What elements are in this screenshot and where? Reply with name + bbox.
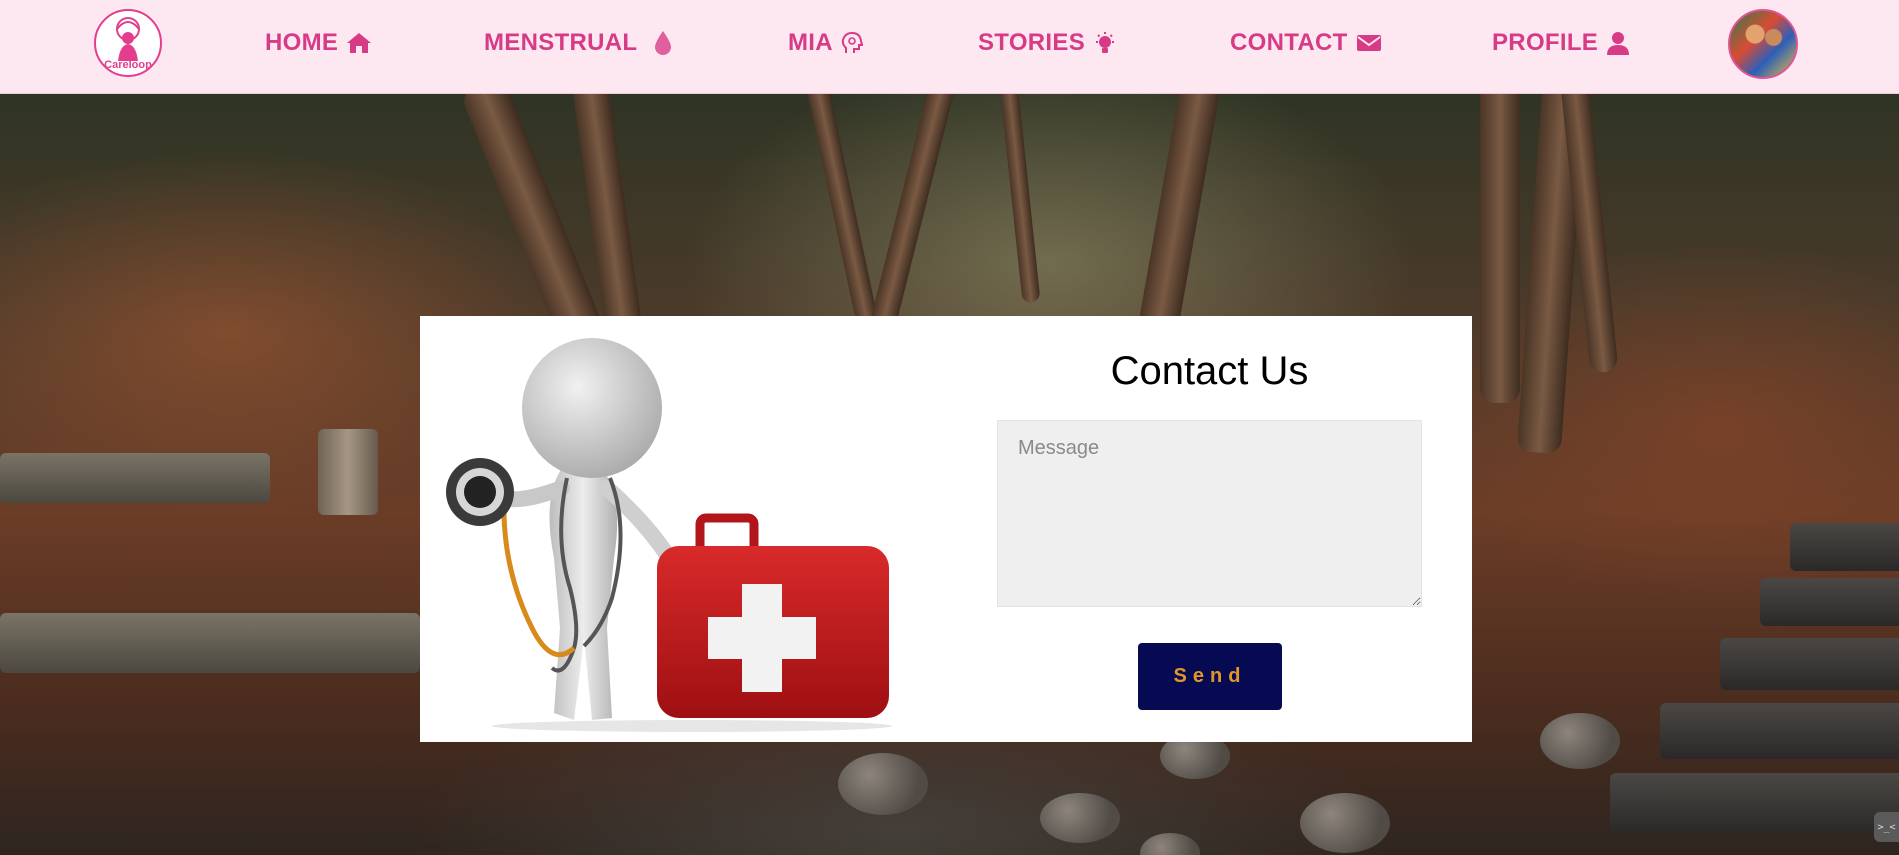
nav-stories-label: STORIES (978, 29, 1086, 56)
tree-woman-icon (116, 17, 140, 61)
lightbulb-icon (1096, 32, 1115, 53)
head-brain-icon (841, 31, 863, 53)
contact-title: Contact Us (1110, 349, 1309, 393)
nav-mia-label: MIA (788, 29, 833, 56)
nav-home[interactable]: HOME (265, 28, 372, 58)
nav-menstrual-label: MENSTRUAL (484, 29, 638, 56)
nav-profile[interactable]: PROFILE (1492, 28, 1630, 58)
contact-card: Contact Us Send (420, 316, 1472, 742)
corner-toggle-widget[interactable]: >_< (1874, 812, 1899, 842)
careloop-logo[interactable]: Careloop (94, 9, 162, 77)
nav-home-label: HOME (265, 29, 339, 56)
top-navbar: Careloop HOME MENSTRUAL MIA STORIES CONT… (0, 0, 1899, 94)
message-textarea[interactable] (997, 420, 1422, 607)
nav-contact[interactable]: CONTACT (1230, 28, 1382, 58)
logo-text: Careloop (104, 59, 152, 71)
nav-stories[interactable]: STORIES (978, 28, 1117, 58)
nav-profile-label: PROFILE (1492, 29, 1599, 56)
nav-mia[interactable]: MIA (788, 28, 863, 58)
nav-contact-label: CONTACT (1230, 29, 1348, 56)
envelope-icon (1356, 35, 1381, 51)
send-button[interactable]: Send (1138, 643, 1282, 710)
doctor-figure-with-first-aid-kit-illustration (446, 338, 892, 732)
profile-avatar[interactable] (1728, 9, 1798, 79)
droplet-icon (655, 31, 672, 55)
user-icon (1607, 32, 1630, 55)
nav-menstrual[interactable]: MENSTRUAL (484, 28, 673, 58)
home-icon (347, 33, 372, 53)
